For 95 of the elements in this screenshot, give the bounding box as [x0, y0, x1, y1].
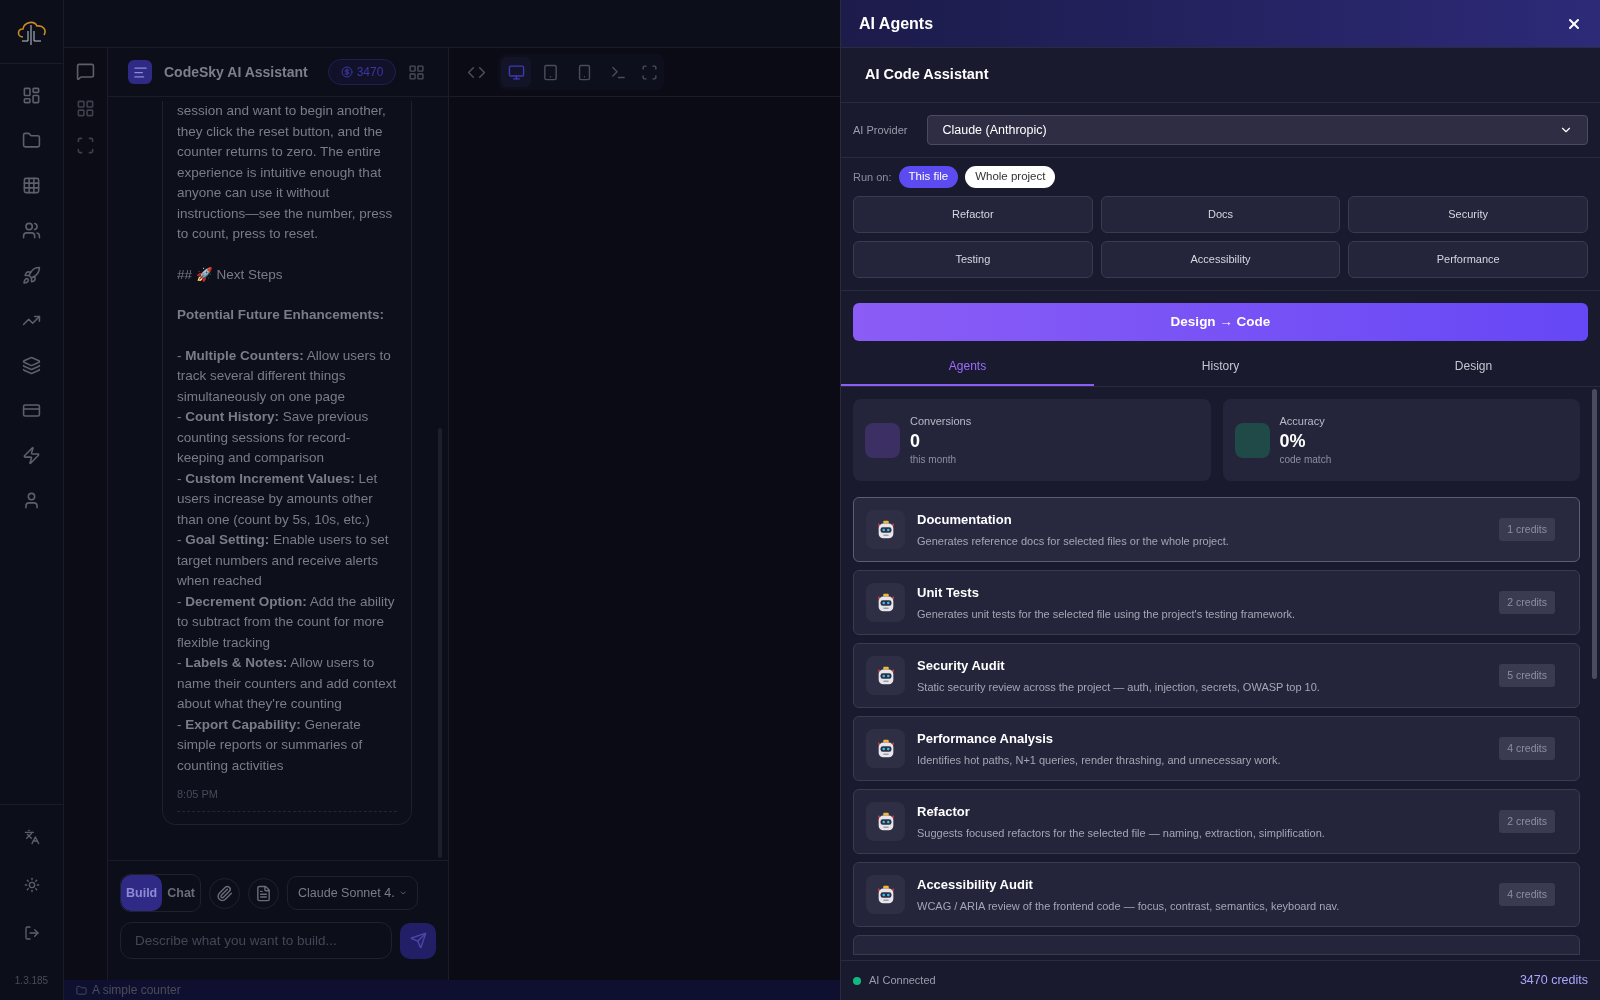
bullet-item: - Count History: Save previous counting sessions for record-keeping and comparison: [177, 408, 370, 467]
grid-icon[interactable]: [22, 176, 41, 195]
scrollbar-thumb[interactable]: [1592, 389, 1597, 679]
bullet-item: - Multiple Counters: Allow users to track several different things simultaneously on one page: [177, 346, 392, 406]
message-subheading: Potential Future Enhancements:: [177, 306, 386, 324]
credit-cost-badge: 2 credits: [1499, 810, 1555, 833]
quick-action-button[interactable]: Performance: [1348, 241, 1588, 278]
mode-tab[interactable]: Chat: [162, 875, 201, 911]
chat-title: CodeSky AI Assistant: [164, 62, 308, 82]
rocket-icon[interactable]: [22, 266, 41, 285]
scope-pill[interactable]: Whole project: [965, 166, 1056, 188]
menu-badge-icon: [128, 60, 152, 84]
connection-status: AI Connected: [869, 973, 936, 989]
agent-description: Identifies hot paths, N+1 queries, render thrashing, and unnecessary work.: [917, 752, 1282, 768]
stat-label: Accuracy: [1279, 414, 1326, 430]
send-button[interactable]: [400, 922, 436, 959]
version-label: 1.3.185: [14, 974, 49, 988]
scope-pill[interactable]: This file: [898, 166, 959, 188]
provider-select[interactable]: Claude (Anthropic): [927, 115, 1588, 145]
users-icon[interactable]: [22, 221, 41, 240]
user-icon[interactable]: [22, 491, 41, 510]
credits-balance: 3470 credits: [1519, 972, 1588, 990]
apps-icon[interactable]: [408, 63, 426, 81]
message-paragraph: session and want to begin another, they click the reset button, and the counter returns to zero. The entire experience is intuitive enough that anyone can use it without instructions—see the number, press to count, press to reset.: [177, 102, 394, 243]
translate-icon[interactable]: [23, 829, 40, 845]
stat-value: 0: [910, 429, 921, 452]
credit-card-icon[interactable]: [22, 401, 41, 420]
agent-name: Performance Analysis: [917, 730, 1055, 748]
stat-caption: this month: [910, 452, 958, 467]
quick-action-button[interactable]: Testing: [853, 241, 1093, 278]
drawer-tab[interactable]: Agents: [841, 347, 1094, 386]
agent-name: Documentation: [917, 511, 1013, 529]
stat-value: 0%: [1279, 429, 1307, 452]
folder-icon[interactable]: [22, 131, 41, 150]
agent-card[interactable]: Unit Tests Generates unit tests for the selected file using the project's testing framework. 2 credits: [853, 570, 1580, 635]
credit-cost-badge: 2 credits: [1499, 591, 1555, 614]
agent-description: Generates unit tests for the selected file using the project's testing framework.: [917, 606, 1297, 622]
design-to-code-button[interactable]: Design → Code: [853, 303, 1588, 341]
agent-name: Accessibility Audit: [917, 876, 1034, 894]
agent-description: Generates reference docs for selected files or the whole project.: [917, 533, 1230, 549]
agent-card[interactable]: Refactor Suggests focused refactors for the selected file — naming, extraction, simplification. 2 credits: [853, 789, 1580, 854]
message-time: 8:05 PM: [177, 786, 397, 812]
desktop-icon: [507, 63, 525, 81]
message-heading: ## 🚀 Next Steps: [177, 265, 284, 284]
agent-description: WCAG / ARIA review of the frontend code — focus, contrast, semantics, keyboard nav.: [917, 898, 1341, 914]
section-title: AI Code Assistant: [865, 65, 989, 85]
stat-label: Conversions: [910, 414, 972, 430]
fullscreen-icon[interactable]: [641, 63, 658, 81]
fullscreen-icon[interactable]: [76, 136, 95, 155]
desktop-view-button[interactable]: [501, 57, 531, 87]
bullet-item: - Labels & Notes: Allow users to name their counters and add context about what they're counting: [177, 654, 397, 713]
grid-icon[interactable]: [76, 99, 95, 118]
quick-action-button[interactable]: Accessibility: [1100, 241, 1341, 278]
bullet-item: - Decrement Option: Add the ability to subtract from the count for more flexible tracking: [177, 592, 396, 652]
quick-action-button[interactable]: Security: [1348, 196, 1588, 233]
drawer-tab[interactable]: Design: [1347, 347, 1600, 386]
bullet-item: - Goal Setting: Enable users to set target numbers and receive alerts when reached: [177, 531, 390, 590]
tablet-icon: [541, 63, 559, 81]
bullet-item: - Export Capability: Generate simple reports or summaries of counting activities: [177, 715, 364, 775]
document-icon: [255, 884, 273, 902]
dashboard-icon[interactable]: [22, 86, 41, 105]
provider-label: AI Provider: [853, 122, 908, 138]
send-icon: [409, 932, 427, 949]
quick-action-button[interactable]: Docs: [1100, 196, 1341, 233]
stat-caption: code match: [1279, 452, 1332, 467]
quick-action-button[interactable]: Refactor: [853, 196, 1093, 233]
credit-cost-badge: 1 credits: [1499, 518, 1555, 541]
prompt-input[interactable]: Describe what you want to build...: [120, 922, 392, 959]
lightning-icon[interactable]: [22, 446, 41, 465]
credits-badge: 3470: [327, 59, 397, 85]
bullet-item: - Custom Increment Values: Let users increase by amounts other than one (count by 5s, 10s, etc.): [177, 469, 379, 529]
project-name: A simple counter: [92, 982, 181, 999]
agent-name: Refactor: [917, 803, 971, 821]
agent-card[interactable]: Documentation Generates reference docs for selected files or the whole project. 1 credits: [853, 497, 1580, 562]
model-select[interactable]: Claude Sonnet 4.: [287, 876, 419, 910]
drawer-title: AI Agents: [859, 13, 934, 34]
drawer-tab[interactable]: History: [1094, 347, 1347, 386]
agent-card[interactable]: Security Audit Static security review across the project — auth, injection, secrets, OWASP top 10. 5 credits: [853, 643, 1580, 708]
folder-icon: [76, 984, 87, 996]
chat-icon[interactable]: [76, 62, 95, 81]
agent-description: Suggests focused refactors for the selected file — naming, extraction, simplification.: [917, 825, 1326, 841]
agent-description: Static security review across the project — auth, injection, secrets, OWASP top 10.: [917, 679, 1321, 695]
logout-icon[interactable]: [23, 925, 40, 941]
credit-cost-badge: 4 credits: [1499, 737, 1555, 760]
sun-icon[interactable]: [23, 877, 40, 893]
agent-card[interactable]: Performance Analysis Identifies hot paths, N+1 queries, render thrashing, and unnecessary work. 4 credits: [853, 716, 1580, 781]
agent-card[interactable]: Accessibility Audit WCAG / ARIA review of the frontend code — focus, contrast, semantics, keyboard nav. 4 credits: [853, 862, 1580, 927]
agent-name: Security Audit: [917, 657, 1006, 675]
credit-cost-badge: 5 credits: [1499, 664, 1555, 687]
agent-name: Unit Tests: [917, 584, 980, 602]
run-on-label: Run on:: [853, 169, 892, 185]
paperclip-icon: [216, 884, 234, 902]
layers-icon[interactable]: [22, 356, 41, 375]
mode-tab[interactable]: Build: [121, 875, 163, 911]
credit-cost-badge: 4 credits: [1499, 883, 1555, 906]
